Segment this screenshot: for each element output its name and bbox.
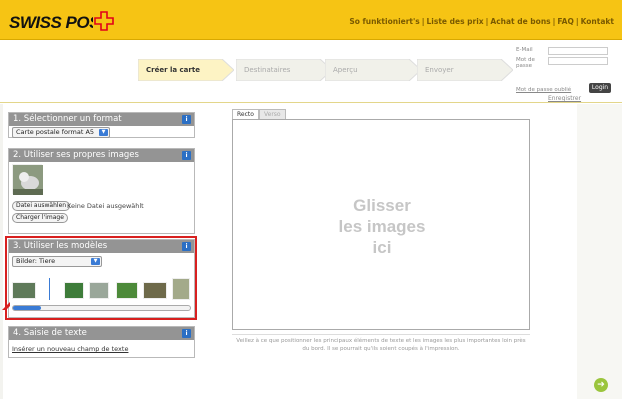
panel-title-text: 1. Sélectionner un format: [13, 114, 122, 124]
nav-separator: |: [552, 17, 556, 26]
register-link[interactable]: Enregistrer: [548, 95, 581, 102]
password-label: Mot de passe: [516, 57, 535, 69]
format-select-value: Carte postale format A5: [16, 128, 95, 136]
info-icon[interactable]: i: [182, 329, 191, 338]
step-create-card[interactable]: Créer la carte: [138, 59, 234, 81]
nav-separator: |: [421, 17, 425, 26]
nav-how-it-works[interactable]: So funktioniert's: [349, 17, 419, 26]
drop-hint-line: Glisser: [353, 196, 411, 215]
email-field[interactable]: [548, 47, 608, 55]
no-file-text: Keine Datei ausgewählt: [67, 202, 144, 210]
note-line: Veillez à ce que positionner les princip…: [236, 338, 526, 344]
step-label: Destinataires: [244, 66, 291, 74]
login-button[interactable]: Login: [589, 83, 611, 93]
arrow-right-icon: ➔: [597, 380, 605, 390]
panel-title: 4. Saisie de texte i: [9, 327, 194, 340]
panel-format: 1. Sélectionner un format i Carte postal…: [8, 112, 195, 138]
drop-hint-line: les images: [338, 217, 426, 236]
note-line: du bord. Il se pourrait qu'ils soient co…: [302, 346, 460, 352]
step-label: Envoyer: [425, 66, 454, 74]
email-label: E-Mail: [516, 47, 533, 53]
tab-front[interactable]: Recto: [232, 109, 259, 119]
next-button[interactable]: ➔: [594, 378, 608, 392]
info-icon[interactable]: i: [182, 115, 191, 124]
panel-own-images: 2. Utiliser ses propres images i Datei a…: [8, 148, 195, 234]
panel-title-text: 4. Saisie de texte: [13, 328, 87, 338]
nav-price-list[interactable]: Liste des prix: [427, 17, 484, 26]
email-row: E-Mail: [516, 47, 616, 57]
card-editor: Recto Verso Glisser les images ici: [229, 109, 531, 343]
cat-photo-icon: [13, 165, 43, 195]
insert-text-field-link[interactable]: Insérer un nouveau champ de texte: [12, 345, 128, 353]
left-gutter: [0, 104, 3, 399]
info-icon[interactable]: i: [182, 151, 191, 160]
swiss-cross-logo-icon: [93, 10, 115, 32]
uploaded-image-thumbnail[interactable]: [12, 164, 43, 195]
choose-file-button[interactable]: Datei auswählen: [12, 201, 71, 211]
step-recipients[interactable]: Destinataires: [236, 59, 332, 81]
drop-hint: Glisser les images ici: [233, 195, 531, 258]
step-label: Aperçu: [333, 66, 358, 74]
step-send[interactable]: Envoyer: [417, 59, 513, 81]
password-row: Mot de passe: [516, 57, 616, 75]
login-box: E-Mail Mot de passe Mot de passe oublié …: [516, 47, 616, 93]
upload-image-button[interactable]: Charger l'image: [12, 213, 68, 223]
nav-separator: |: [575, 17, 579, 26]
nav-buy-vouchers[interactable]: Achat de bons: [490, 17, 550, 26]
panel-title: 2. Utiliser ses propres images i: [9, 149, 194, 162]
panel-title: 1. Sélectionner un format i: [9, 113, 194, 126]
templates-highlight-frame: [5, 236, 197, 320]
tab-back[interactable]: Verso: [259, 109, 286, 119]
top-navigation: So funktioniert's | Liste des prix | Achat d…: [349, 17, 614, 26]
print-margin-note: Veillez à ce que positionner les princip…: [232, 334, 530, 354]
panel-title-text: 2. Utiliser ses propres images: [13, 150, 139, 160]
right-gutter: [577, 104, 622, 399]
header: SWISS POST So funktioniert's | Liste des p…: [0, 0, 622, 40]
nav-separator: |: [485, 17, 489, 26]
lost-password-link[interactable]: Mot de passe oublié: [516, 87, 571, 93]
step-bar: Créer la carte Destinataires Aperçu Envo…: [0, 41, 622, 103]
panel-text-input: 4. Saisie de texte i Insérer un nouveau …: [8, 326, 195, 358]
format-select[interactable]: Carte postale format A5 ▼: [12, 127, 110, 138]
nav-faq[interactable]: FAQ: [557, 17, 573, 26]
chevron-down-icon: ▼: [99, 129, 108, 136]
drop-hint-line: ici: [372, 238, 392, 257]
step-preview[interactable]: Aperçu: [325, 59, 421, 81]
nav-contact[interactable]: Kontakt: [581, 17, 614, 26]
image-drop-zone[interactable]: Glisser les images ici: [232, 119, 530, 330]
password-field[interactable]: [548, 57, 608, 65]
step-label: Créer la carte: [146, 66, 200, 74]
pointer-arrow-icon: [2, 302, 10, 310]
